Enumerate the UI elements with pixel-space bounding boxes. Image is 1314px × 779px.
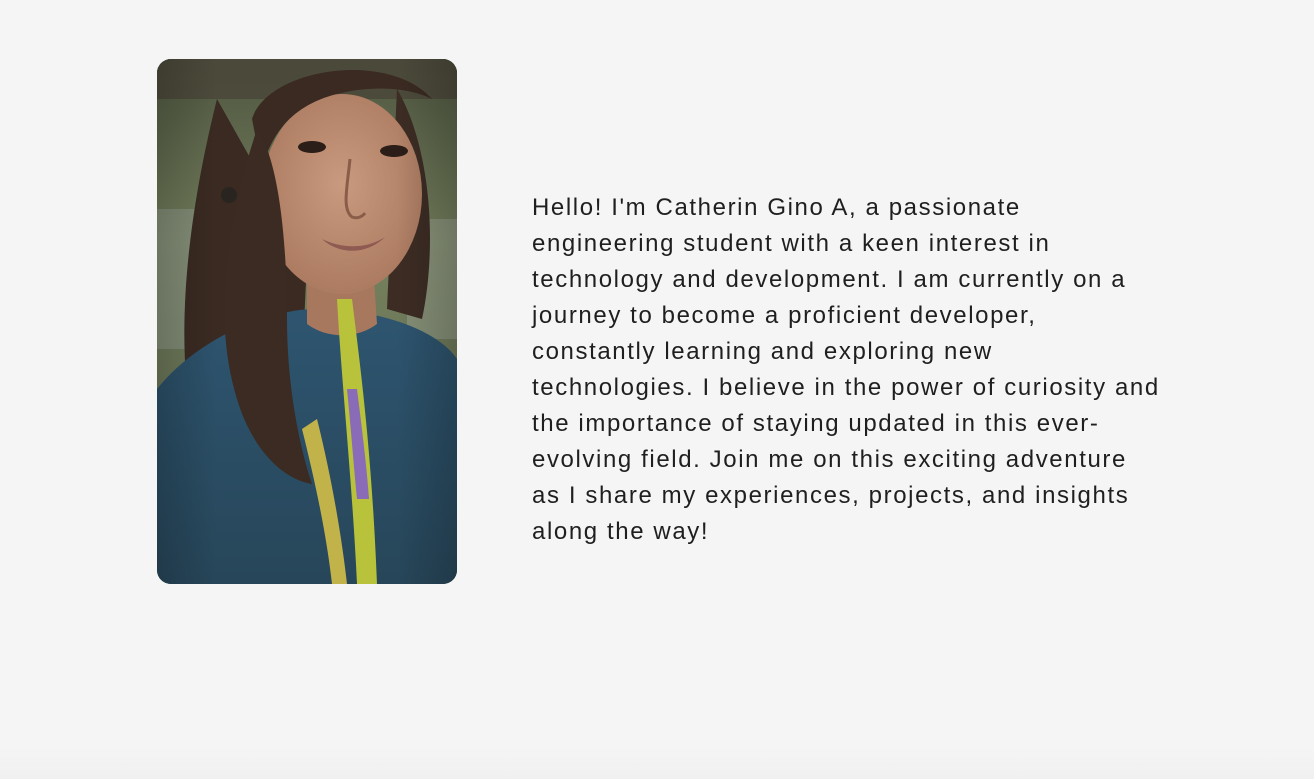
profile-photo — [157, 59, 457, 584]
about-section: Hello! I'm Catherin Gino A, a passionate… — [0, 0, 1314, 779]
page: Hello! I'm Catherin Gino A, a passionate… — [0, 0, 1314, 779]
footer-strip — [0, 747, 1314, 779]
portrait-illustration — [157, 59, 457, 584]
bio-paragraph: Hello! I'm Catherin Gino A, a passionate… — [532, 194, 1160, 545]
